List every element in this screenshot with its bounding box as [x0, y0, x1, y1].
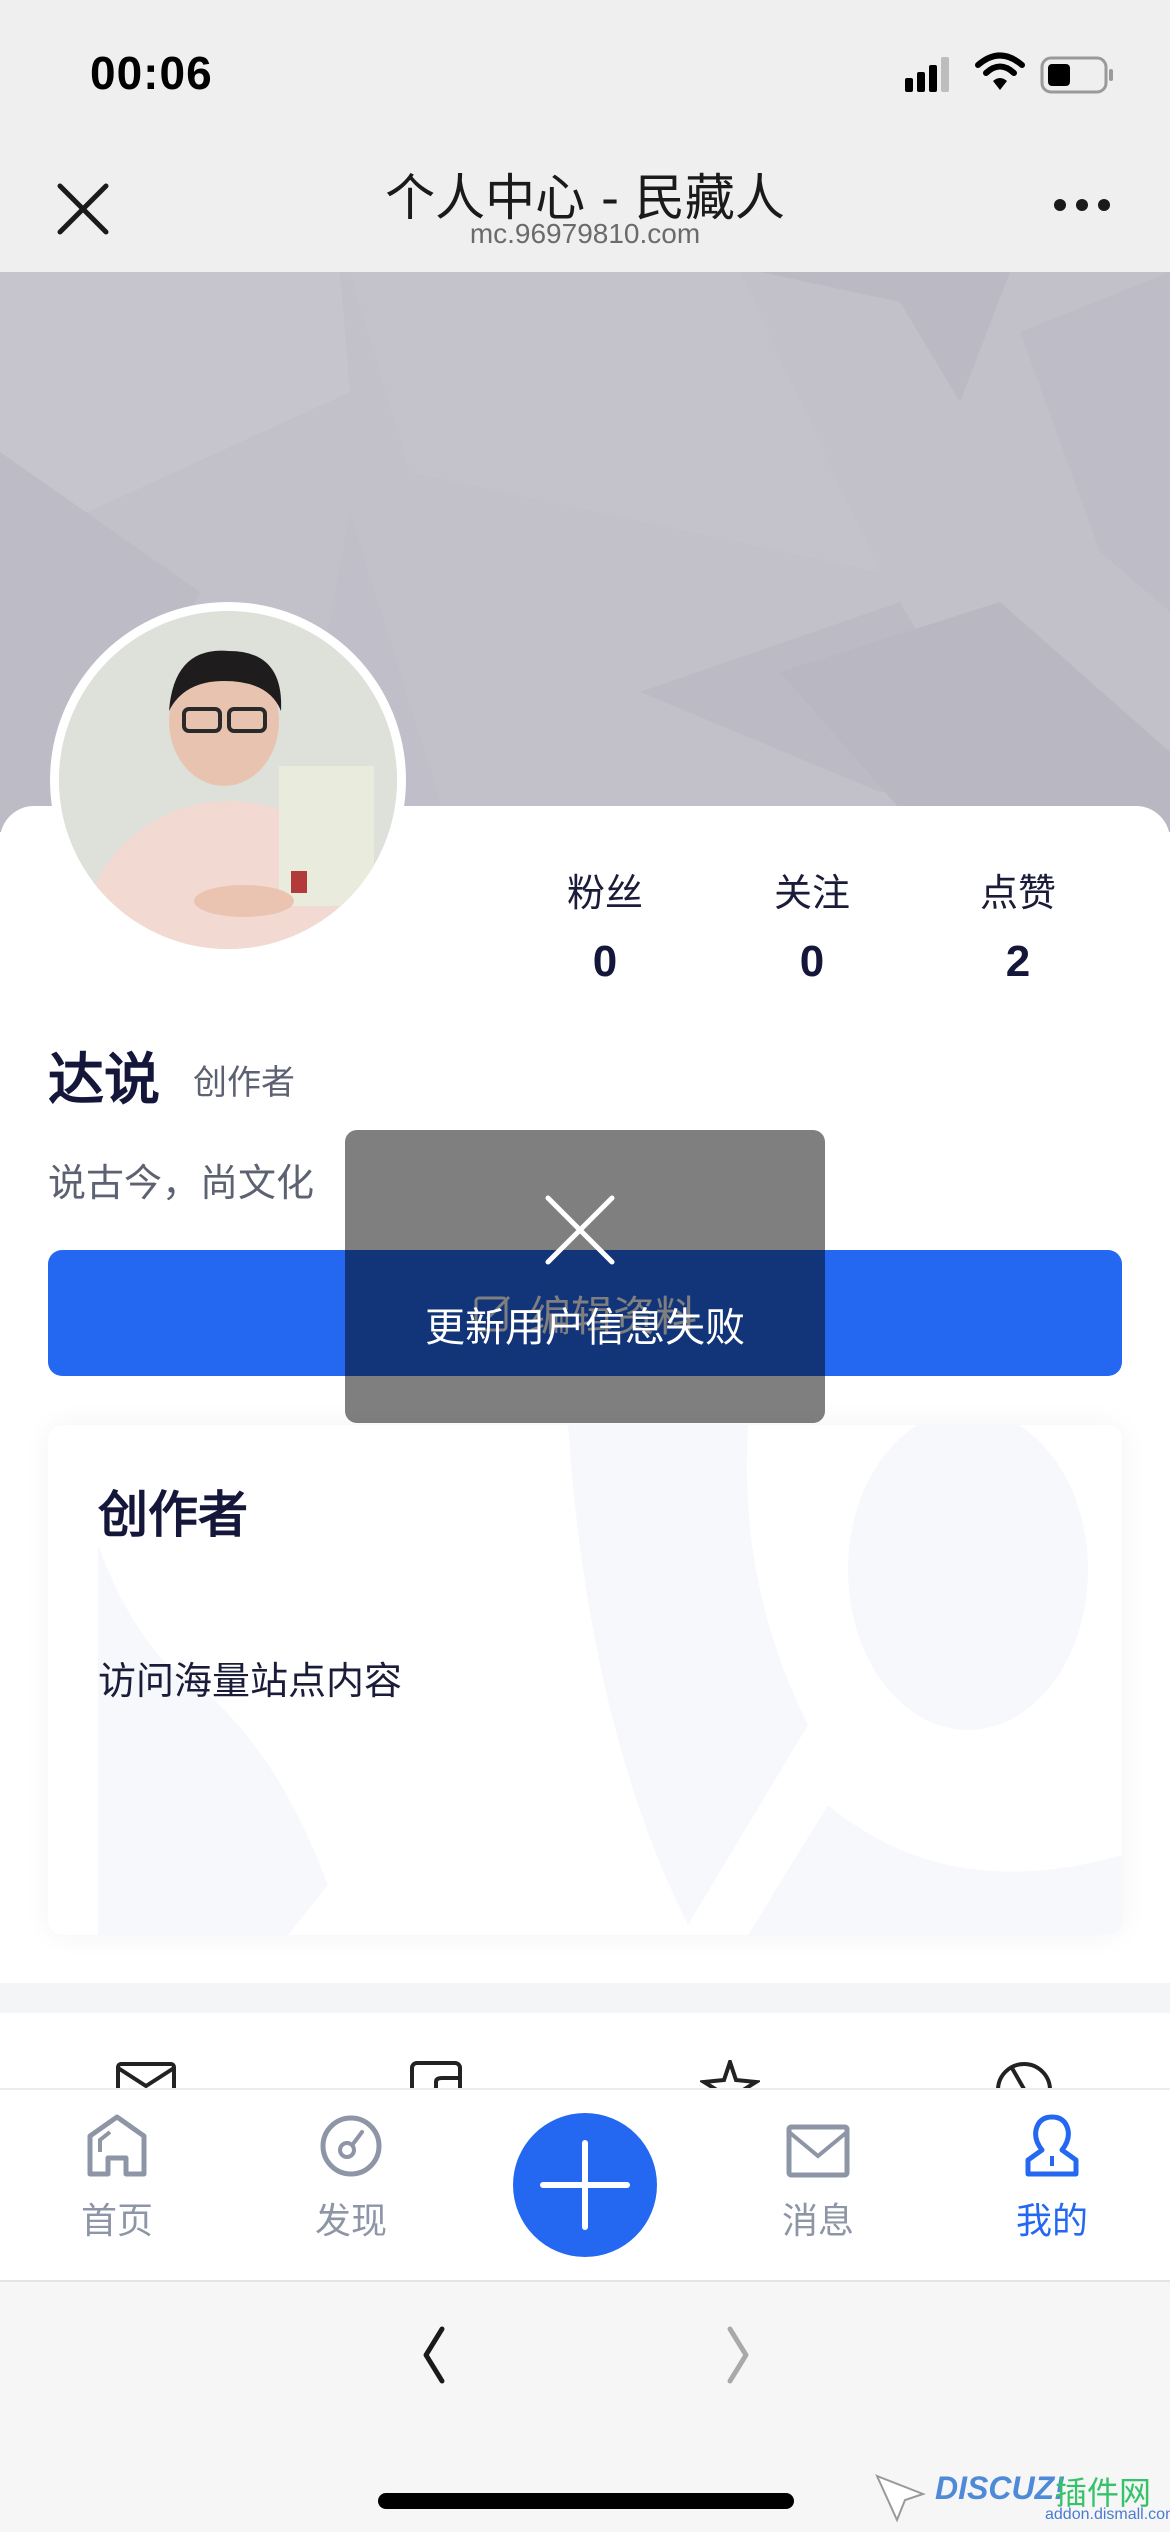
- tab-label: 我的: [1015, 2201, 1088, 2242]
- browser-back-button[interactable]: [410, 2325, 460, 2385]
- chevron-left-icon: [423, 2326, 445, 2384]
- toast-message: 更新用户信息失败: [425, 1305, 745, 1351]
- mail-icon[interactable]: [116, 2060, 176, 2090]
- watermark-url: addon.dismall.com: [1045, 2506, 1170, 2523]
- user-name: 达说: [48, 1048, 160, 1113]
- stat-label: 关注: [773, 871, 850, 915]
- browser-forward-button[interactable]: [712, 2325, 762, 2385]
- star-icon[interactable]: [700, 2060, 760, 2090]
- mail-icon: [786, 2124, 850, 2178]
- avatar[interactable]: [50, 602, 406, 958]
- user-icon: [1025, 2114, 1079, 2177]
- close-x-icon: [545, 1195, 615, 1265]
- more-options-button[interactable]: [1052, 190, 1112, 220]
- tab-messages[interactable]: 消息: [738, 2112, 898, 2244]
- home-indicator: [378, 2493, 794, 2509]
- document-icon[interactable]: [406, 2060, 466, 2090]
- stat-fans[interactable]: 粉丝 0: [515, 862, 695, 987]
- creator-card-title: 创作者: [98, 1486, 248, 1544]
- battery-icon: [1040, 56, 1113, 94]
- person-photo-icon: [59, 611, 397, 949]
- chevron-right-icon: [727, 2326, 749, 2384]
- stat-value: 0: [592, 937, 618, 986]
- cursor-arrow-icon: [875, 2474, 926, 2523]
- tab-home[interactable]: 首页: [37, 2112, 197, 2244]
- block-icon[interactable]: [994, 2060, 1054, 2090]
- user-role-tag: 创作者: [193, 1063, 295, 1103]
- error-toast: 更新用户信息失败: [345, 1130, 825, 1423]
- tab-label: 消息: [781, 2201, 854, 2242]
- creator-card-description: 访问海量站点内容: [98, 1659, 403, 1703]
- stat-value: 2: [1005, 937, 1031, 986]
- publish-button[interactable]: [513, 2113, 657, 2257]
- status-time: 00:06: [90, 47, 213, 99]
- watermark: DISCUZ! 插件网 addon.dismall.com: [875, 2470, 1170, 2530]
- tab-label: 首页: [80, 2201, 153, 2242]
- cellular-signal-icon: [905, 57, 949, 92]
- more-dots-icon: [1054, 199, 1110, 211]
- home-icon: [87, 2114, 147, 2177]
- section-divider: [0, 1983, 1170, 2013]
- watermark-brand: DISCUZ!: [935, 2470, 1065, 2506]
- stat-label: 点赞: [979, 871, 1056, 915]
- wifi-icon: [975, 52, 1025, 90]
- creator-card[interactable]: 创作者 访问海量站点内容: [48, 1425, 1122, 1935]
- stat-value: 0: [799, 937, 825, 986]
- tab-mine[interactable]: 我的: [972, 2112, 1132, 2244]
- avatar-photo: [59, 611, 397, 949]
- stat-following[interactable]: 关注 0: [722, 862, 902, 987]
- plus-icon: [540, 2140, 630, 2230]
- stat-likes[interactable]: 点赞 2: [928, 862, 1108, 987]
- stat-label: 粉丝: [566, 871, 643, 915]
- tab-label: 发现: [314, 2201, 387, 2242]
- user-bio: 说古今，尚文化: [48, 1161, 315, 1205]
- tab-discover[interactable]: 发现: [271, 2112, 431, 2244]
- page-url: mc.96979810.com: [469, 218, 701, 249]
- compass-icon: [320, 2115, 382, 2177]
